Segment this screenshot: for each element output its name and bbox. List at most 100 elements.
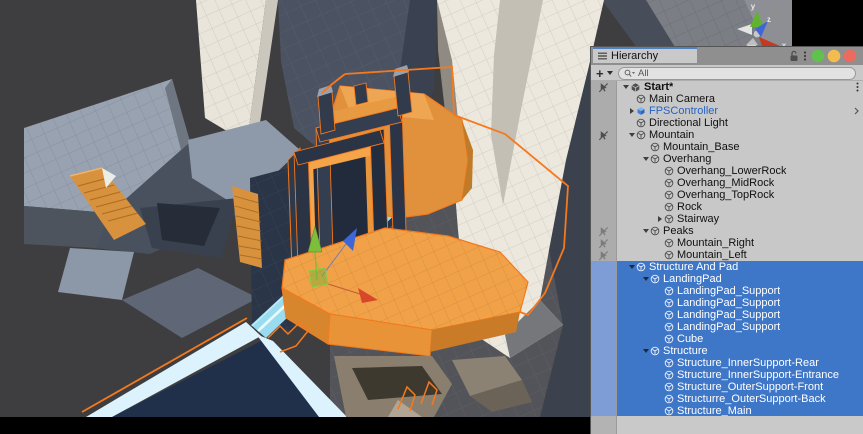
hierarchy-row[interactable]: Overhang_MidRock bbox=[591, 177, 863, 189]
hierarchy-panel: Hierarchy + bbox=[590, 46, 863, 434]
pick-toggle-icon[interactable] bbox=[598, 238, 609, 249]
row-gutter[interactable] bbox=[591, 165, 617, 177]
hierarchy-row[interactable]: Mountain_Base bbox=[591, 141, 863, 153]
row-gutter[interactable] bbox=[591, 345, 617, 357]
hierarchy-row[interactable]: Mountain_Right bbox=[591, 237, 863, 249]
row-gutter[interactable] bbox=[591, 381, 617, 393]
gameobject-icon bbox=[636, 262, 646, 272]
row-gutter[interactable] bbox=[591, 129, 617, 141]
hierarchy-row-selected[interactable]: LandingPad_Support bbox=[591, 321, 863, 333]
hierarchy-row-selected[interactable]: Structure And Pad bbox=[591, 261, 863, 273]
row-label: Directional Light bbox=[649, 117, 728, 129]
create-button[interactable]: + bbox=[596, 65, 613, 81]
gameobject-icon bbox=[664, 358, 674, 368]
row-gutter[interactable] bbox=[591, 81, 617, 93]
gutter-footer bbox=[591, 416, 617, 434]
hierarchy-row[interactable]: Overhang bbox=[591, 153, 863, 165]
row-label: LandingPad_Support bbox=[677, 309, 780, 321]
prefab-icon bbox=[636, 106, 646, 116]
expand-arrow[interactable] bbox=[627, 108, 636, 114]
hierarchy-row-scene[interactable]: Start* bbox=[591, 81, 863, 93]
tab-label: Hierarchy bbox=[611, 50, 658, 62]
hierarchy-row[interactable]: Rock bbox=[591, 201, 863, 213]
row-gutter[interactable] bbox=[591, 357, 617, 369]
row-gutter[interactable] bbox=[591, 237, 617, 249]
row-gutter[interactable] bbox=[591, 177, 617, 189]
row-gutter[interactable] bbox=[591, 309, 617, 321]
scene-menu-icon[interactable] bbox=[856, 81, 859, 93]
hierarchy-row[interactable]: Peaks bbox=[591, 225, 863, 237]
row-gutter[interactable] bbox=[591, 105, 617, 117]
prefab-open-chevron[interactable] bbox=[854, 105, 859, 117]
expand-arrow[interactable] bbox=[641, 229, 650, 233]
row-gutter[interactable] bbox=[591, 333, 617, 345]
expand-arrow[interactable] bbox=[641, 157, 650, 161]
gameobject-icon bbox=[664, 286, 674, 296]
row-gutter[interactable] bbox=[591, 249, 617, 261]
hierarchy-row-selected[interactable]: LandingPad bbox=[591, 273, 863, 285]
pick-toggle-icon[interactable] bbox=[598, 130, 609, 141]
expand-arrow[interactable] bbox=[627, 265, 636, 269]
row-gutter[interactable] bbox=[591, 225, 617, 237]
search-value: All bbox=[638, 68, 649, 79]
hierarchy-tab-bar: Hierarchy bbox=[591, 47, 863, 65]
gameobject-icon bbox=[664, 190, 674, 200]
row-gutter[interactable] bbox=[591, 141, 617, 153]
row-gutter[interactable] bbox=[591, 261, 617, 273]
window-buttons[interactable] bbox=[811, 49, 857, 63]
row-gutter[interactable] bbox=[591, 369, 617, 381]
row-gutter[interactable] bbox=[591, 117, 617, 129]
gameobject-icon bbox=[650, 346, 660, 356]
gameobject-icon bbox=[636, 118, 646, 128]
hierarchy-row[interactable]: Stairway bbox=[591, 213, 863, 225]
search-input[interactable]: All bbox=[618, 67, 856, 80]
expand-arrow[interactable] bbox=[655, 216, 664, 222]
hierarchy-row-selected[interactable]: LandingPad_Support bbox=[591, 285, 863, 297]
expand-arrow[interactable] bbox=[621, 85, 630, 89]
row-gutter[interactable] bbox=[591, 321, 617, 333]
hierarchy-row[interactable]: Overhang_TopRock bbox=[591, 189, 863, 201]
row-label: Overhang_TopRock bbox=[677, 189, 774, 201]
hierarchy-row[interactable]: Overhang_LowerRock bbox=[591, 165, 863, 177]
row-gutter[interactable] bbox=[591, 153, 617, 165]
expand-arrow[interactable] bbox=[627, 133, 636, 137]
gameobject-icon bbox=[650, 274, 660, 284]
gameobject-icon bbox=[664, 202, 674, 212]
hierarchy-row[interactable]: Mountain bbox=[591, 129, 863, 141]
hierarchy-row[interactable]: Mountain_Left bbox=[591, 249, 863, 261]
hierarchy-row-selected[interactable]: LandingPad_Support bbox=[591, 309, 863, 321]
pick-toggle-icon[interactable] bbox=[598, 82, 609, 93]
hierarchy-row-selected[interactable]: Cube bbox=[591, 333, 863, 345]
hierarchy-tree: Start* Main Camera FPSController Directi… bbox=[591, 81, 863, 417]
pick-toggle-icon[interactable] bbox=[598, 250, 609, 261]
row-gutter[interactable] bbox=[591, 213, 617, 225]
hierarchy-empty-area[interactable] bbox=[591, 416, 863, 434]
hierarchy-row-selected[interactable]: Structure_InnerSupport-Rear bbox=[591, 357, 863, 369]
hierarchy-row-selected[interactable]: Structure_OuterSupport-Front bbox=[591, 381, 863, 393]
tab-hierarchy[interactable]: Hierarchy bbox=[593, 47, 697, 63]
hierarchy-row[interactable]: Main Camera bbox=[591, 93, 863, 105]
expand-arrow[interactable] bbox=[641, 349, 650, 353]
row-label: Mountain_Left bbox=[677, 249, 747, 261]
row-label: Start* bbox=[644, 81, 673, 93]
y-axis-label: y bbox=[751, 2, 756, 11]
hierarchy-row[interactable]: Directional Light bbox=[591, 117, 863, 129]
row-gutter[interactable] bbox=[591, 189, 617, 201]
pick-toggle-icon[interactable] bbox=[598, 226, 609, 237]
row-gutter[interactable] bbox=[591, 393, 617, 405]
expand-arrow[interactable] bbox=[641, 277, 650, 281]
row-label: LandingPad_Support bbox=[677, 285, 780, 297]
gameobject-icon bbox=[664, 334, 674, 344]
hierarchy-row-selected[interactable]: LandingPad_Support bbox=[591, 297, 863, 309]
row-gutter[interactable] bbox=[591, 273, 617, 285]
row-gutter[interactable] bbox=[591, 93, 617, 105]
panel-menu-icon[interactable] bbox=[803, 50, 807, 62]
hierarchy-row-selected[interactable]: Structurre_OuterSupport-Back bbox=[591, 393, 863, 405]
row-gutter[interactable] bbox=[591, 297, 617, 309]
lock-icon[interactable] bbox=[789, 50, 799, 62]
row-gutter[interactable] bbox=[591, 285, 617, 297]
hierarchy-row-prefab[interactable]: FPSController bbox=[591, 105, 863, 117]
hierarchy-row-selected[interactable]: Structure_InnerSupport-Entrance bbox=[591, 369, 863, 381]
row-gutter[interactable] bbox=[591, 201, 617, 213]
hierarchy-row-selected[interactable]: Structure bbox=[591, 345, 863, 357]
